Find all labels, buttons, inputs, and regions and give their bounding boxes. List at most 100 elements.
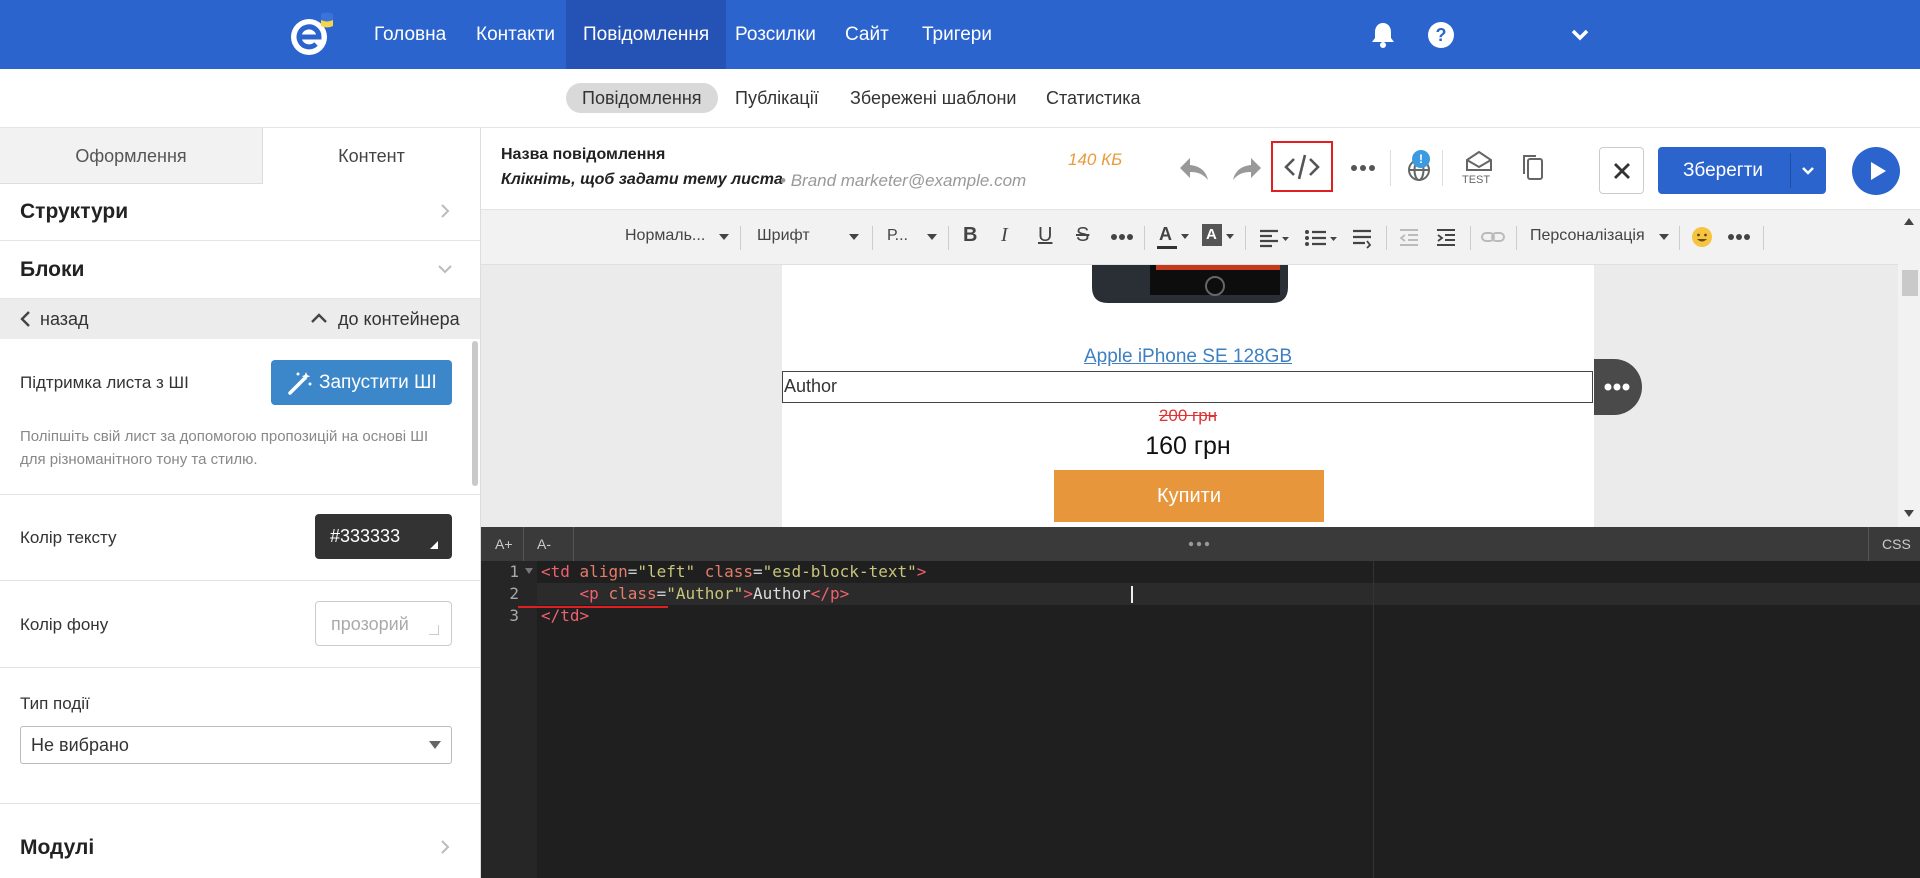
bold-icon[interactable]: B — [963, 224, 977, 247]
background-color-icon[interactable]: A — [1202, 224, 1236, 252]
product-image[interactable] — [1092, 265, 1288, 305]
save-button[interactable]: Зберегти — [1658, 147, 1826, 194]
canvas-scrollbar[interactable] — [1898, 210, 1920, 527]
nav-home[interactable]: Головна — [357, 0, 463, 69]
line-gutter: 1 2 3 — [481, 561, 537, 878]
selected-text-block[interactable]: Author — [782, 371, 1593, 403]
link-icon[interactable] — [1481, 229, 1505, 245]
paragraph-style-select[interactable]: Нормаль... — [625, 227, 705, 245]
text-color-picker[interactable]: #333333 — [315, 514, 452, 559]
event-type-select[interactable]: Не вибрано — [20, 726, 452, 764]
test-label: TEST — [1462, 174, 1491, 186]
modules-section[interactable]: Модулі — [0, 820, 480, 877]
chevron-left-icon[interactable] — [18, 310, 34, 328]
test-send-button[interactable]: TEST — [1459, 150, 1499, 190]
more-dots-icon[interactable] — [1345, 150, 1381, 186]
subnav-messages[interactable]: Повідомлення — [566, 83, 718, 113]
help-icon[interactable]: ? — [1426, 20, 1456, 50]
undo-icon[interactable] — [1176, 150, 1212, 186]
font-decrease-button[interactable]: A- — [537, 536, 551, 552]
code-line-2: <p class="Author">Author</p> — [579, 584, 850, 603]
tab-content[interactable]: Контент — [263, 128, 480, 184]
align-left-icon[interactable] — [1258, 227, 1290, 249]
structures-section[interactable]: Структури — [0, 184, 480, 241]
list-icon[interactable] — [1304, 227, 1338, 249]
subnav-publications[interactable]: Публікації — [719, 83, 835, 113]
blocks-section[interactable]: Блоки — [0, 242, 480, 299]
top-navigation: Головна Контакти Повідомлення Розсилки С… — [0, 0, 1920, 69]
more-dots-icon[interactable] — [1110, 232, 1134, 242]
scroll-down-icon[interactable] — [1904, 510, 1914, 517]
divider — [1442, 150, 1443, 186]
buy-button[interactable]: Купити — [1054, 470, 1324, 522]
nav-campaigns[interactable]: Розсилки — [718, 0, 833, 69]
font-size-select[interactable]: Р... — [887, 227, 908, 245]
copy-icon[interactable] — [1516, 150, 1552, 186]
author-text: Author — [784, 376, 838, 396]
scroll-up-icon[interactable] — [1904, 218, 1914, 225]
code-icon — [1284, 154, 1320, 180]
run-ai-button[interactable]: Запустити ШІ — [271, 360, 452, 405]
fold-arrow-icon[interactable] — [525, 568, 533, 574]
css-toggle-button[interactable]: CSS — [1882, 536, 1911, 552]
nav-contacts[interactable]: Контакти — [459, 0, 572, 69]
chevron-up-icon[interactable] — [310, 310, 328, 328]
code-view-button[interactable] — [1271, 141, 1333, 192]
italic-icon[interactable]: I — [1001, 224, 1008, 247]
chevron-right-icon — [441, 204, 450, 218]
close-button[interactable] — [1599, 147, 1644, 194]
nav-triggers[interactable]: Тригери — [905, 0, 1009, 69]
line-height-icon[interactable] — [1351, 227, 1373, 249]
bg-color-value: прозорий — [331, 614, 409, 634]
run-button[interactable] — [1852, 147, 1900, 195]
personalization-select[interactable]: Персоналізація — [1530, 227, 1645, 245]
message-name[interactable]: Назва повідомлення — [501, 146, 665, 164]
text-cursor — [1131, 586, 1133, 603]
esputnik-logo[interactable] — [287, 10, 337, 58]
block-actions-button[interactable] — [1594, 359, 1642, 415]
td-open-tag: <td — [541, 562, 570, 581]
caret-down-icon — [719, 234, 729, 240]
strikethrough-icon[interactable]: S — [1076, 224, 1089, 247]
product-link[interactable]: Apple iPhone SE 128GB — [782, 346, 1594, 368]
to-container-link[interactable]: до контейнера — [338, 309, 460, 330]
p-open-tag: <p — [579, 584, 599, 603]
underline-icon[interactable]: U — [1038, 224, 1052, 247]
more-dots-icon[interactable] — [1727, 232, 1751, 242]
chevron-down-icon[interactable] — [1565, 20, 1595, 50]
line-number: 2 — [509, 584, 519, 603]
format-toolbar: Нормаль... Шрифт Р... B I U S A A Персон… — [481, 210, 1898, 265]
resize-handle-icon[interactable] — [1187, 541, 1211, 547]
nav-site[interactable]: Сайт — [828, 0, 906, 69]
indent-icon[interactable] — [1435, 227, 1457, 249]
chevron-down-icon — [438, 265, 452, 274]
panel-scrollbar[interactable] — [472, 341, 478, 486]
font-increase-button[interactable]: A+ — [495, 536, 513, 552]
subnav-saved-templates[interactable]: Збережені шаблони — [834, 83, 1032, 113]
more-dots-icon — [1604, 383, 1630, 391]
chevron-right-icon — [441, 840, 450, 854]
subnav-statistics[interactable]: Статистика — [1030, 83, 1157, 113]
event-type-label: Тип події — [20, 694, 90, 713]
text-color-icon[interactable]: A — [1157, 224, 1191, 252]
play-icon — [1871, 162, 1886, 180]
redo-icon[interactable] — [1229, 150, 1265, 186]
code-line-3: </td> — [541, 605, 589, 627]
divider — [1763, 226, 1764, 250]
bg-color-picker[interactable]: прозорий — [315, 601, 452, 646]
outdent-icon[interactable] — [1398, 227, 1420, 249]
chevron-down-icon[interactable] — [1800, 163, 1816, 179]
divider — [1516, 226, 1517, 250]
subject-hint[interactable]: Клікніть, щоб задати тему листа — [501, 171, 783, 189]
nav-messages[interactable]: Повідомлення — [566, 0, 727, 69]
emoji-icon[interactable] — [1691, 226, 1713, 248]
divider — [872, 226, 873, 250]
bell-icon[interactable] — [1368, 20, 1398, 50]
scroll-thumb[interactable] — [1902, 270, 1918, 296]
magic-wand-icon — [288, 372, 312, 395]
tab-design[interactable]: Оформлення — [0, 128, 263, 184]
email-body: Apple iPhone SE 128GB Author 200 грн 160… — [782, 265, 1594, 527]
code-editor[interactable]: 1 2 3 <td align="left" class="esd-block-… — [481, 561, 1920, 878]
font-family-select[interactable]: Шрифт — [757, 227, 810, 245]
back-link[interactable]: назад — [40, 309, 89, 330]
